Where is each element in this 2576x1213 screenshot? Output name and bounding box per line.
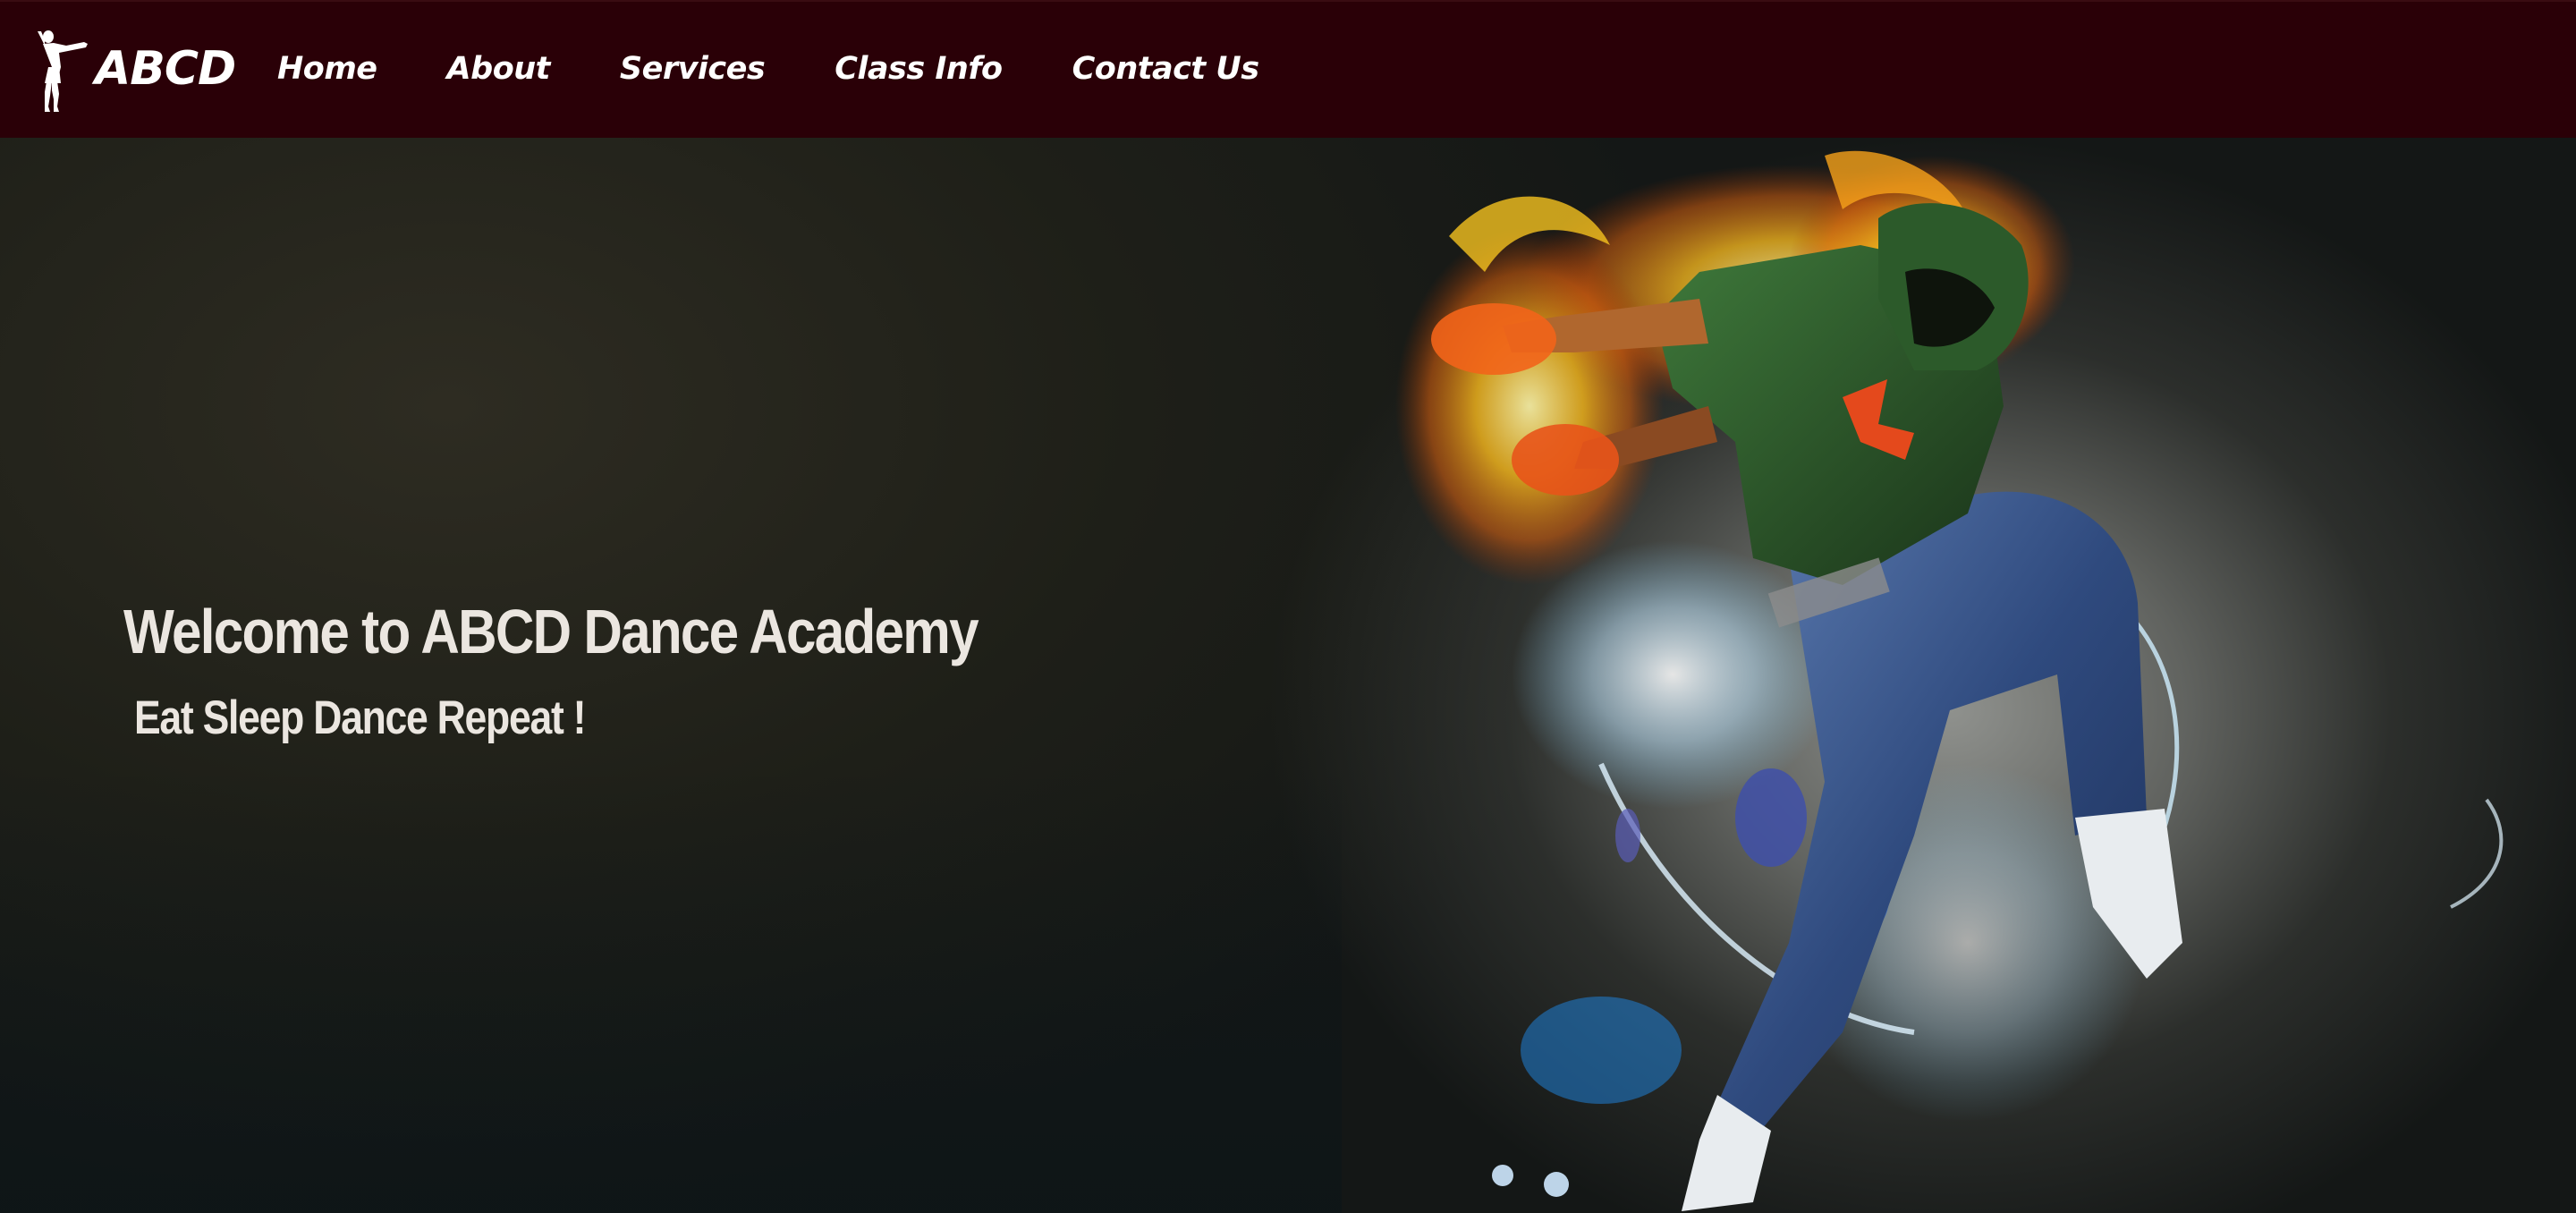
nav-link-class-info[interactable]: Class Info xyxy=(835,51,1003,87)
top-navbar: ABCD Home About Services Class Info Cont… xyxy=(0,0,2576,138)
hero-banner: Welcome to ABCD Dance Academy Eat Sleep … xyxy=(0,138,2576,1213)
brand-logo-link[interactable]: ABCD xyxy=(34,27,236,116)
hero-title: Welcome to ABCD Dance Academy xyxy=(123,597,979,666)
dancer-silhouette-icon xyxy=(38,30,88,112)
nav-link-about[interactable]: About xyxy=(447,51,551,87)
hero-subtitle: Eat Sleep Dance Repeat ! xyxy=(134,691,586,744)
hero-shade xyxy=(0,764,1342,1213)
brand-name: ABCD xyxy=(95,42,236,96)
nav-link-contact-us[interactable]: Contact Us xyxy=(1072,51,1259,87)
hero-dancer-image xyxy=(1395,150,2504,1211)
nav-link-services[interactable]: Services xyxy=(620,51,766,87)
nav-link-home[interactable]: Home xyxy=(277,51,377,87)
nav-menu: Home About Services Class Info Contact U… xyxy=(277,2,1329,136)
